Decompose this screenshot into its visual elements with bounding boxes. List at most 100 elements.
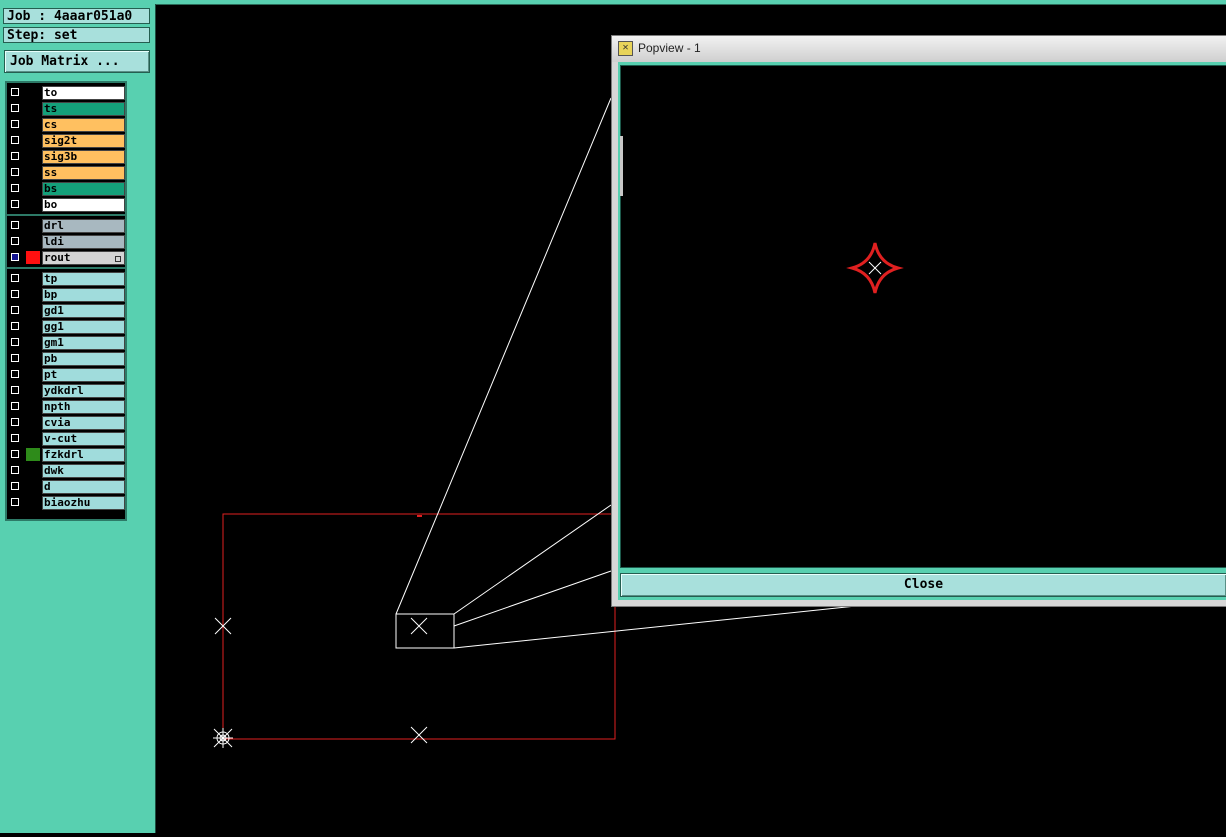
popview-drawing bbox=[846, 242, 904, 294]
layer-checkbox[interactable] bbox=[11, 450, 19, 458]
layer-checkbox[interactable] bbox=[11, 88, 19, 96]
layer-row[interactable]: gm1 bbox=[7, 335, 125, 351]
layer-name[interactable]: pb bbox=[42, 352, 125, 366]
layer-checkbox[interactable] bbox=[11, 498, 19, 506]
layer-name[interactable]: pt bbox=[42, 368, 125, 382]
layer-checkbox[interactable] bbox=[11, 354, 19, 362]
job-label: Job : 4aaar051a0 bbox=[3, 8, 150, 24]
layer-row[interactable]: pb bbox=[7, 351, 125, 367]
layer-row[interactable]: tp bbox=[7, 271, 125, 287]
layer-active-indicator-icon bbox=[115, 256, 121, 262]
layer-name[interactable]: bs bbox=[42, 182, 125, 196]
popview-title: Popview - 1 bbox=[638, 41, 701, 55]
popview-window-icon: ✕ bbox=[618, 41, 633, 56]
layer-row[interactable]: ydkdrl bbox=[7, 383, 125, 399]
layer-row[interactable]: sig3b bbox=[7, 149, 125, 165]
layer-name[interactable]: ldi bbox=[42, 235, 125, 249]
viewport-scroll-indicator bbox=[620, 136, 623, 196]
layer-name[interactable]: gm1 bbox=[42, 336, 125, 350]
layer-checkbox[interactable] bbox=[11, 466, 19, 474]
layer-name[interactable]: biaozhu bbox=[42, 496, 125, 510]
layer-name[interactable]: rout bbox=[42, 251, 125, 265]
layer-checkbox[interactable] bbox=[11, 418, 19, 426]
layer-checkbox[interactable] bbox=[11, 184, 19, 192]
popview-viewport[interactable] bbox=[620, 65, 1226, 568]
layer-name[interactable]: ts bbox=[42, 102, 125, 116]
layer-name[interactable]: ydkdrl bbox=[42, 384, 125, 398]
layer-checkbox[interactable] bbox=[11, 253, 19, 261]
layer-group-divider bbox=[7, 267, 125, 269]
layer-name[interactable]: bo bbox=[42, 198, 125, 212]
layer-row[interactable]: cvia bbox=[7, 415, 125, 431]
layer-name[interactable]: to bbox=[42, 86, 125, 100]
layer-name[interactable]: gd1 bbox=[42, 304, 125, 318]
layer-name[interactable]: dwk bbox=[42, 464, 125, 478]
origin-marker bbox=[213, 728, 233, 748]
layer-row[interactable]: to bbox=[7, 85, 125, 101]
layer-name[interactable]: v-cut bbox=[42, 432, 125, 446]
layer-checkbox[interactable] bbox=[11, 370, 19, 378]
layer-row[interactable]: bs bbox=[7, 181, 125, 197]
layer-checkbox[interactable] bbox=[11, 322, 19, 330]
popview-titlebar[interactable]: ✕ Popview - 1 bbox=[612, 36, 1226, 62]
layer-checkbox[interactable] bbox=[11, 482, 19, 490]
layer-row[interactable]: ldi bbox=[7, 234, 125, 250]
layer-checkbox[interactable] bbox=[11, 237, 19, 245]
popview-window: ✕ Popview - 1 Close bbox=[611, 35, 1226, 607]
fiducial-marks bbox=[214, 617, 428, 744]
layer-checkbox[interactable] bbox=[11, 152, 19, 160]
layer-row[interactable]: drl bbox=[7, 218, 125, 234]
layer-name[interactable]: gg1 bbox=[42, 320, 125, 334]
layer-checkbox[interactable] bbox=[11, 168, 19, 176]
layer-checkbox[interactable] bbox=[11, 120, 19, 128]
layer-checkbox[interactable] bbox=[11, 338, 19, 346]
zoomed-cross-mark bbox=[868, 261, 882, 275]
layer-row[interactable]: gd1 bbox=[7, 303, 125, 319]
layer-checkbox[interactable] bbox=[11, 104, 19, 112]
layer-panel: Job : 4aaar051a0 Step: set Job Matrix ..… bbox=[0, 4, 156, 833]
layer-row[interactable]: v-cut bbox=[7, 431, 125, 447]
layer-checkbox[interactable] bbox=[11, 274, 19, 282]
layer-checkbox[interactable] bbox=[11, 221, 19, 229]
layer-row[interactable]: bo bbox=[7, 197, 125, 213]
layer-name[interactable]: d bbox=[42, 480, 125, 494]
layer-row[interactable]: d bbox=[7, 479, 125, 495]
layer-row[interactable]: dwk bbox=[7, 463, 125, 479]
layer-row[interactable]: pt bbox=[7, 367, 125, 383]
popview-body: Close bbox=[618, 62, 1226, 600]
layer-checkbox[interactable] bbox=[11, 386, 19, 394]
layer-name[interactable]: npth bbox=[42, 400, 125, 414]
zoom-selection-box bbox=[395, 613, 455, 649]
layer-row[interactable]: gg1 bbox=[7, 319, 125, 335]
layer-row[interactable]: ss bbox=[7, 165, 125, 181]
layer-name[interactable]: sig3b bbox=[42, 150, 125, 164]
layer-color-swatch[interactable] bbox=[26, 448, 40, 461]
layer-name[interactable]: tp bbox=[42, 272, 125, 286]
layer-name[interactable]: drl bbox=[42, 219, 125, 233]
layer-name[interactable]: cvia bbox=[42, 416, 125, 430]
layer-row[interactable]: npth bbox=[7, 399, 125, 415]
layer-checkbox[interactable] bbox=[11, 306, 19, 314]
layer-name[interactable]: sig2t bbox=[42, 134, 125, 148]
layer-row[interactable]: ts bbox=[7, 101, 125, 117]
layer-name[interactable]: bp bbox=[42, 288, 125, 302]
layer-row[interactable]: fzkdrl bbox=[7, 447, 125, 463]
layer-color-swatch[interactable] bbox=[26, 251, 40, 264]
layer-checkbox[interactable] bbox=[11, 434, 19, 442]
layer-name[interactable]: cs bbox=[42, 118, 125, 132]
job-matrix-button[interactable]: Job Matrix ... bbox=[4, 50, 150, 73]
layer-row[interactable]: sig2t bbox=[7, 133, 125, 149]
layer-row[interactable]: cs bbox=[7, 117, 125, 133]
close-button[interactable]: Close bbox=[620, 573, 1226, 597]
layer-row[interactable]: rout bbox=[7, 250, 125, 266]
layer-checkbox[interactable] bbox=[11, 200, 19, 208]
layer-name[interactable]: fzkdrl bbox=[42, 448, 125, 462]
layer-row[interactable]: bp bbox=[7, 287, 125, 303]
layer-checkbox[interactable] bbox=[11, 136, 19, 144]
layer-checkbox[interactable] bbox=[11, 290, 19, 298]
layer-checkbox[interactable] bbox=[11, 402, 19, 410]
layer-row[interactable]: biaozhu bbox=[7, 495, 125, 511]
layer-list: to ts cs sig2t sig3b ss bs bo drl ldi rout tp bp gd1 g… bbox=[5, 81, 127, 521]
layer-name[interactable]: ss bbox=[42, 166, 125, 180]
layer-group-divider bbox=[7, 214, 125, 216]
